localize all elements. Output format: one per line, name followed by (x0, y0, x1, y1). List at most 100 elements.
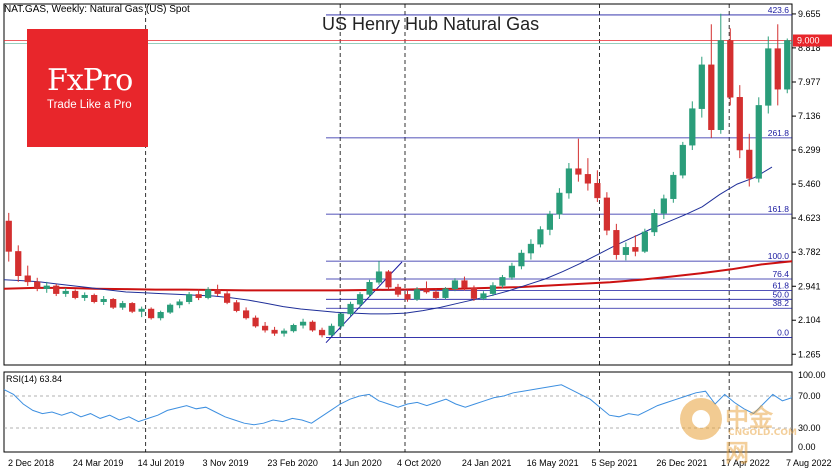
candle-body (15, 251, 22, 277)
logo-brand: FxPro (47, 63, 133, 98)
candle-body (736, 97, 743, 151)
candle-body (689, 108, 696, 146)
x-tick-label: 14 Jun 2020 (332, 458, 382, 468)
candle-body (195, 294, 202, 298)
y-tick-label: 7.136 (798, 111, 821, 121)
candle-body (375, 271, 383, 283)
watermark: 中金网 CNGOLD.COM (680, 398, 797, 467)
candle-body (53, 285, 60, 294)
candle-body (480, 293, 487, 299)
price-tag-label: 9.000 (797, 36, 820, 46)
candle-body (575, 168, 582, 175)
candle-body (91, 294, 98, 302)
rsi-panel-frame (3, 371, 793, 453)
candle-body (651, 213, 658, 233)
candle-body (404, 294, 411, 300)
candle-body (508, 265, 516, 278)
rsi-tick-label: 100.00 (798, 370, 826, 380)
candle-body (451, 280, 459, 289)
candle-body (584, 174, 591, 184)
fib-level-label: 161.8 (768, 204, 790, 214)
candle-body (328, 325, 335, 336)
candle-body (518, 252, 525, 267)
candle-body (708, 64, 715, 130)
candle-body (679, 144, 686, 176)
symbol-header: NAT.GAS, Weekly: Natural Gas (US) Spot (4, 4, 190, 15)
fxpro-logo: FxPro Trade Like a Pro (27, 29, 148, 147)
candle-body (641, 231, 648, 252)
candle-body (261, 325, 269, 331)
candle-body (157, 312, 164, 319)
candle-body (537, 229, 544, 245)
x-tick-label: 24 Jan 2021 (462, 458, 512, 468)
candle-body (347, 303, 354, 315)
candle-body (81, 294, 88, 298)
candle-body (461, 280, 468, 289)
x-tick-label: 4 Oct 2020 (397, 458, 441, 468)
candle-body (442, 288, 449, 298)
candle-body (774, 48, 781, 90)
logo-tagline: Trade Like a Pro (47, 99, 132, 111)
x-tick-label: 14 Jul 2019 (138, 458, 185, 468)
candle-body (280, 330, 288, 334)
x-tick-label: 24 Mar 2019 (73, 458, 124, 468)
candle-body (565, 168, 572, 194)
ma-short-line (3, 166, 773, 315)
x-tick-label: 7 Aug 2022 (786, 458, 832, 468)
y-tick-label: 3.782 (798, 247, 821, 257)
candle-body (252, 317, 259, 327)
candle-body (366, 282, 373, 295)
fib-level-label: 76.4 (772, 269, 789, 279)
candle-body (594, 183, 601, 199)
fib-level-label: 50.0 (772, 289, 789, 299)
candle-body (290, 324, 297, 332)
candle-body (271, 329, 278, 334)
fib-level-label: 38.2 (772, 298, 789, 308)
candle-body (746, 149, 753, 179)
rsi-line (3, 384, 793, 426)
x-tick-label: 16 May 2021 (527, 458, 579, 468)
candle-body (546, 213, 554, 230)
candle-body (765, 48, 772, 106)
y-tick-label: 9.655 (798, 9, 821, 19)
rsi-tick-label: 30.00 (798, 423, 821, 433)
y-tick-label: 6.299 (798, 145, 821, 155)
fib-level-label: 0.0 (777, 327, 789, 337)
candle-body (224, 293, 231, 303)
candle-body (110, 299, 117, 308)
candle-body (499, 277, 506, 286)
candle-body (34, 281, 41, 289)
candle-body (138, 308, 145, 312)
y-tick-label: 7.977 (798, 77, 821, 87)
candle-body (784, 40, 791, 90)
candle-body (186, 294, 193, 302)
candle-body (670, 174, 677, 199)
candle-body (489, 285, 497, 294)
x-tick-label: 23 Feb 2020 (267, 458, 318, 468)
candle-body (148, 308, 155, 319)
candle-body (129, 303, 136, 312)
candle-body (337, 313, 345, 327)
candle-body (43, 285, 50, 289)
x-tick-label: 26 Dec 2021 (656, 458, 707, 468)
candle-body (603, 197, 610, 231)
watermark-en: CNGOLD.COM (728, 428, 798, 438)
candle-body (432, 291, 440, 298)
rsi-tick-label: 70.00 (798, 391, 821, 401)
x-tick-label: 3 Nov 2019 (203, 458, 249, 468)
candle-body (167, 304, 174, 313)
candle-body (5, 220, 12, 252)
y-tick-label: 4.623 (798, 213, 821, 223)
chart-title: US Henry Hub Natural Gas (322, 14, 540, 34)
candle-body (470, 287, 478, 299)
candle-body (556, 192, 563, 215)
candle-body (717, 40, 724, 130)
rsi-tick-label: 0.00 (798, 442, 816, 452)
candle-body (233, 302, 240, 311)
candle-body (413, 289, 421, 300)
y-tick-label: 2.941 (798, 281, 821, 291)
fib-level-label: 100.0 (768, 251, 790, 261)
candle-body (299, 321, 307, 326)
candle-body (660, 198, 667, 214)
candle-body (698, 64, 705, 109)
